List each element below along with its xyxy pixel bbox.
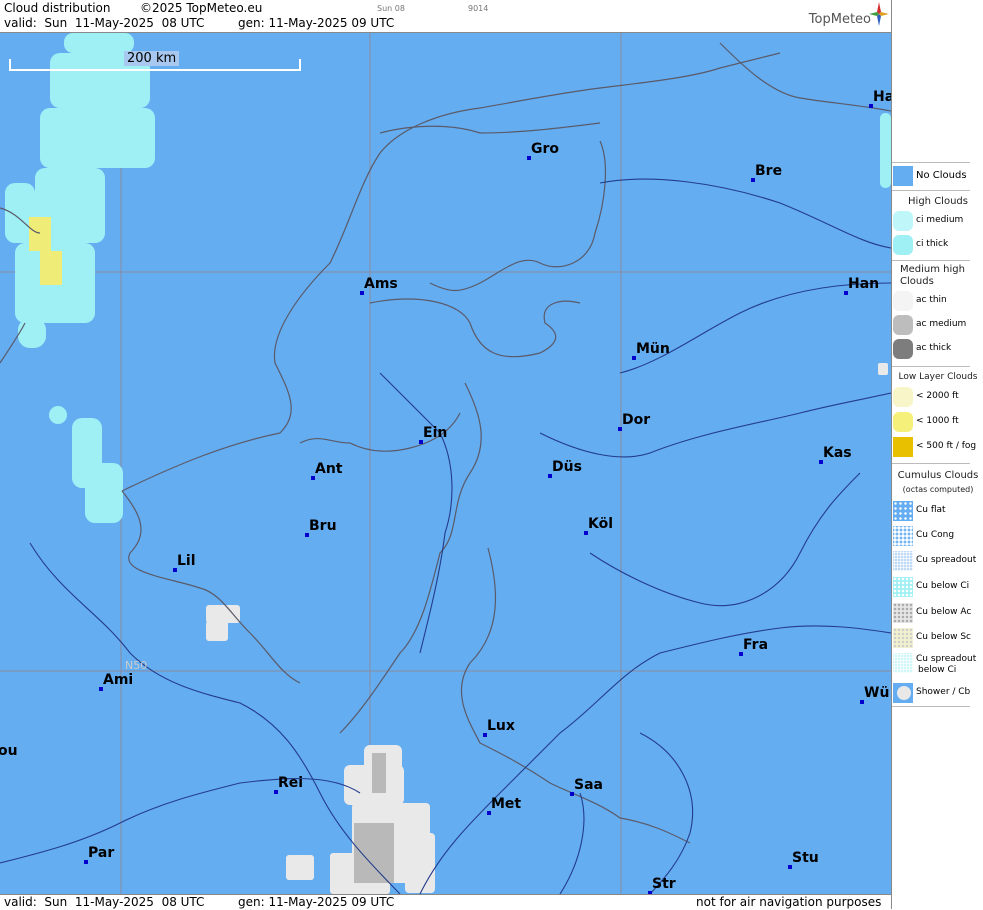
legend-ac-medium: ac medium	[892, 314, 983, 338]
legend-cu-spreadout-below-ci: Cu spreadout below Ci	[892, 652, 983, 682]
ac-thin-swatch	[893, 291, 913, 311]
legend-high-clouds-heading: High Clouds	[908, 196, 968, 207]
legend-low-1000: < 1000 ft	[892, 411, 983, 435]
cu-cong-swatch	[893, 526, 913, 546]
copyright-text: ©2025 TopMeteo.eu	[140, 1, 263, 15]
ac-thick-swatch	[893, 339, 913, 359]
legend-low-clouds-heading: Low Layer Clouds	[898, 372, 978, 382]
legend-cu-flat: Cu flat	[892, 500, 983, 524]
ci-medium-swatch	[893, 211, 913, 231]
legend-ac-thick: ac thick	[892, 338, 983, 362]
ac-medium-swatch	[893, 315, 913, 335]
legend-ci-medium: ci medium	[892, 210, 983, 234]
cu-spreadout-swatch	[893, 551, 913, 571]
map-footer: valid: Sun 11-May-2025 08 UTC gen: 11-Ma…	[0, 894, 891, 910]
cu-flat-swatch	[893, 501, 913, 521]
legend-cu-below-ac: Cu below Ac	[892, 602, 983, 626]
fog-swatch	[893, 437, 913, 457]
topmeteo-logo: TopMeteo	[808, 12, 871, 27]
legend-cu-below-sc: Cu below Sc	[892, 627, 983, 651]
cloud-map[interactable]: 200 km N50 Gro Bre Ha Ams Han Mün Ein Do…	[0, 33, 891, 894]
legend-cumulus-subheading: (octas computed)	[902, 485, 974, 494]
cu-below-ci-swatch	[893, 577, 913, 597]
cu-below-ac-swatch	[893, 603, 913, 623]
navigation-disclaimer: not for air navigation purposes	[696, 895, 882, 909]
legend-cu-cong: Cu Cong	[892, 525, 983, 549]
rivers	[0, 178, 891, 894]
footer-gen-time: gen: 11-May-2025 09 UTC	[238, 895, 395, 909]
legend-cu-below-ci: Cu below Ci	[892, 576, 983, 600]
footer-valid-time: valid: Sun 11-May-2025 08 UTC	[4, 895, 205, 909]
legend-no-clouds: No Clouds	[892, 165, 983, 189]
ci-thick-clouds	[5, 33, 891, 523]
gen-time: gen: 11-May-2025 09 UTC	[238, 16, 395, 30]
cu-below-sc-swatch	[893, 628, 913, 648]
cloud-legend: No Clouds High Clouds ci medium ci thick…	[891, 0, 983, 909]
legend-ac-thin: ac thin	[892, 290, 983, 314]
low-1000-swatch	[893, 412, 913, 432]
map-header: Cloud distribution ©2025 TopMeteo.eu Sun…	[0, 0, 891, 33]
cumulus-clouds	[206, 363, 888, 894]
map-title: Cloud distribution	[4, 1, 111, 15]
legend-cu-spreadout: Cu spreadout	[892, 550, 983, 574]
shower-swatch	[893, 683, 913, 703]
legend-low-500-fog: < 500 ft / fog	[892, 436, 983, 460]
valid-time: valid: Sun 11-May-2025 08 UTC	[4, 16, 205, 30]
ci-thick-swatch	[893, 235, 913, 255]
run-code: 9014	[468, 4, 489, 13]
legend-low-2000: < 2000 ft	[892, 386, 983, 410]
no-clouds-swatch	[893, 166, 913, 186]
legend-shower-cb: Shower / Cb	[892, 682, 983, 706]
low-2000-swatch	[893, 387, 913, 407]
run-label: Sun 08	[377, 4, 405, 13]
cu-spread-ci-swatch	[893, 653, 913, 673]
compass-logo-icon	[869, 2, 889, 26]
legend-ci-thick: ci thick	[892, 234, 983, 258]
legend-cumulus-heading: Cumulus Clouds	[897, 470, 979, 481]
latitude-label: N50	[125, 659, 148, 672]
legend-medium-clouds-heading: Medium high Clouds	[900, 264, 965, 287]
scale-label: 200 km	[124, 51, 180, 66]
